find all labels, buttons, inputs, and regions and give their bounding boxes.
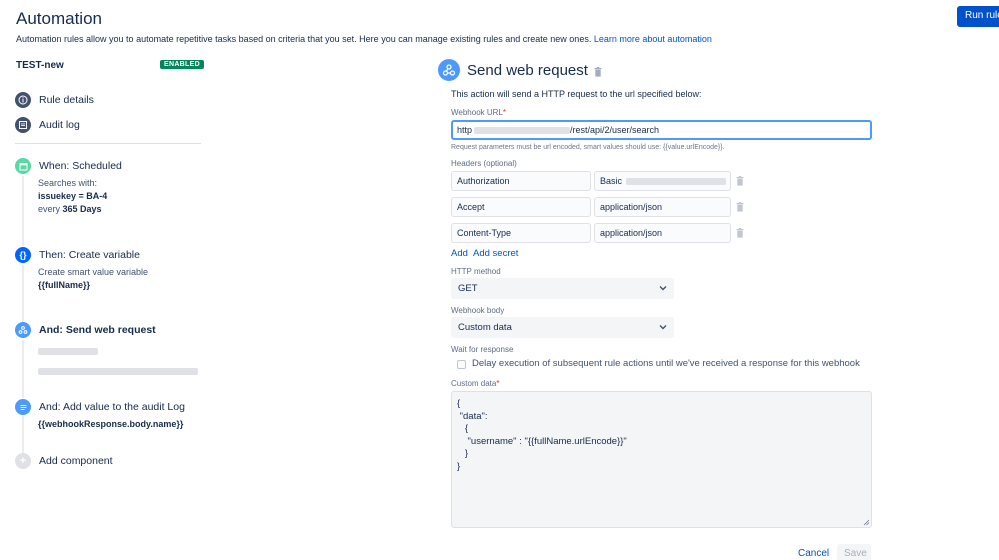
status-badge[interactable]: ENABLED bbox=[160, 60, 204, 69]
plus-icon: + bbox=[15, 453, 31, 469]
resize-handle-icon[interactable] bbox=[863, 519, 870, 526]
info-icon bbox=[15, 92, 31, 108]
nav-audit-log[interactable]: Audit log bbox=[15, 116, 80, 134]
chevron-down-icon bbox=[659, 286, 667, 291]
header-value-input[interactable]: application/json bbox=[594, 197, 731, 217]
divider bbox=[15, 143, 201, 144]
trigger-title: When: Scheduled bbox=[39, 160, 122, 172]
webhook-url-label: Webhook URL* bbox=[451, 108, 506, 117]
delete-header-icon[interactable] bbox=[736, 228, 744, 238]
component-send-web-request[interactable]: And: Send web request bbox=[15, 322, 198, 379]
wait-for-response-label: Wait for response bbox=[451, 345, 514, 354]
intro-text: Automation rules allow you to automate r… bbox=[16, 34, 712, 44]
http-method-value: GET bbox=[458, 283, 478, 294]
header-key-input[interactable]: Content-Type bbox=[451, 223, 591, 243]
delete-action-icon[interactable] bbox=[594, 67, 602, 77]
delete-header-icon[interactable] bbox=[736, 202, 744, 212]
learn-more-link[interactable]: Learn more about automation bbox=[594, 34, 712, 44]
list-icon bbox=[15, 117, 31, 133]
header-value-input[interactable]: application/json bbox=[594, 223, 731, 243]
add-secret-link[interactable]: Add secret bbox=[473, 248, 518, 259]
trigger-jql: issuekey = BA-4 bbox=[38, 191, 108, 201]
webhook-icon bbox=[438, 59, 460, 81]
webhook-body-value: Custom data bbox=[458, 322, 512, 333]
web-request-redacted bbox=[38, 343, 198, 379]
redacted-text bbox=[38, 348, 98, 356]
chevron-down-icon bbox=[659, 325, 667, 330]
webhook-url-suffix: /rest/api/2/user/search bbox=[570, 125, 660, 135]
action-description: This action will send a HTTP request to … bbox=[451, 89, 702, 99]
trigger-schedule-value: 365 Days bbox=[62, 204, 102, 214]
add-header-link[interactable]: Add bbox=[451, 248, 468, 259]
log-value: {{webhookResponse.body.name}} bbox=[38, 419, 184, 429]
header-key-input[interactable]: Accept bbox=[451, 197, 591, 217]
component-add-audit-log[interactable]: And: Add value to the audit Log {{webhoo… bbox=[15, 399, 185, 431]
add-component-label: Add component bbox=[39, 455, 113, 467]
custom-data-label: Custom data* bbox=[451, 379, 499, 388]
webhook-body-select[interactable]: Custom data bbox=[451, 317, 674, 338]
variable-name: {{fullName}} bbox=[38, 280, 91, 290]
custom-data-label-text: Custom data bbox=[451, 379, 497, 388]
page-title: Automation bbox=[16, 9, 102, 28]
trigger-schedule: every 365 Days bbox=[38, 203, 122, 216]
delete-header-icon[interactable] bbox=[736, 176, 744, 186]
trigger-schedule-prefix: every bbox=[38, 204, 61, 214]
headers-label: Headers (optional) bbox=[451, 159, 517, 168]
run-rule-button[interactable]: Run rule bbox=[957, 6, 999, 27]
nav-rule-details-label: Rule details bbox=[39, 94, 94, 106]
header-key-input[interactable]: Authorization bbox=[451, 171, 591, 191]
wait-for-response-checkbox[interactable] bbox=[457, 360, 466, 369]
nav-audit-log-label: Audit log bbox=[39, 119, 80, 131]
http-method-label: HTTP method bbox=[451, 267, 501, 276]
redacted-text bbox=[626, 178, 727, 186]
add-component-button[interactable]: + Add component bbox=[15, 453, 113, 469]
webhook-icon bbox=[15, 322, 31, 338]
nav-rule-details[interactable]: Rule details bbox=[15, 91, 94, 109]
webhook-url-prefix: http bbox=[457, 125, 473, 135]
action-title: Send web request bbox=[467, 62, 588, 79]
required-marker: * bbox=[502, 108, 507, 117]
required-marker: * bbox=[496, 379, 500, 388]
cancel-button[interactable]: Cancel bbox=[798, 548, 829, 559]
header-value-text: Basic bbox=[600, 176, 623, 186]
braces-icon: {} bbox=[15, 247, 31, 263]
trigger-line1: Searches with: bbox=[38, 178, 98, 188]
webhook-url-input[interactable]: http/rest/api/2/user/search bbox=[451, 120, 872, 140]
log-icon bbox=[15, 399, 31, 415]
component-create-variable[interactable]: {} Then: Create variable Create smart va… bbox=[15, 247, 148, 292]
url-hint: Request parameters must be url encoded, … bbox=[451, 144, 725, 151]
rule-name: TEST-new bbox=[16, 60, 64, 71]
header-value-input[interactable]: Basic bbox=[594, 171, 731, 191]
log-title: And: Add value to the audit Log bbox=[39, 401, 185, 413]
http-method-select[interactable]: GET bbox=[451, 278, 674, 299]
webhook-url-label-text: Webhook URL bbox=[451, 108, 503, 117]
redacted-text bbox=[38, 368, 198, 376]
variable-line1: Create smart value variable bbox=[38, 267, 149, 277]
custom-data-textarea[interactable]: { "data": { "username" : "{{fullName.url… bbox=[451, 391, 872, 528]
wait-for-response-text: Delay execution of subsequent rule actio… bbox=[472, 358, 860, 369]
calendar-icon bbox=[15, 158, 31, 174]
webhook-body-label: Webhook body bbox=[451, 306, 505, 315]
web-request-title: And: Send web request bbox=[39, 324, 156, 336]
component-trigger[interactable]: When: Scheduled Searches with: issuekey … bbox=[15, 158, 122, 216]
save-button[interactable]: Save bbox=[837, 544, 871, 560]
variable-title: Then: Create variable bbox=[39, 249, 140, 261]
intro-description: Automation rules allow you to automate r… bbox=[16, 34, 592, 44]
redacted-text bbox=[474, 127, 571, 135]
